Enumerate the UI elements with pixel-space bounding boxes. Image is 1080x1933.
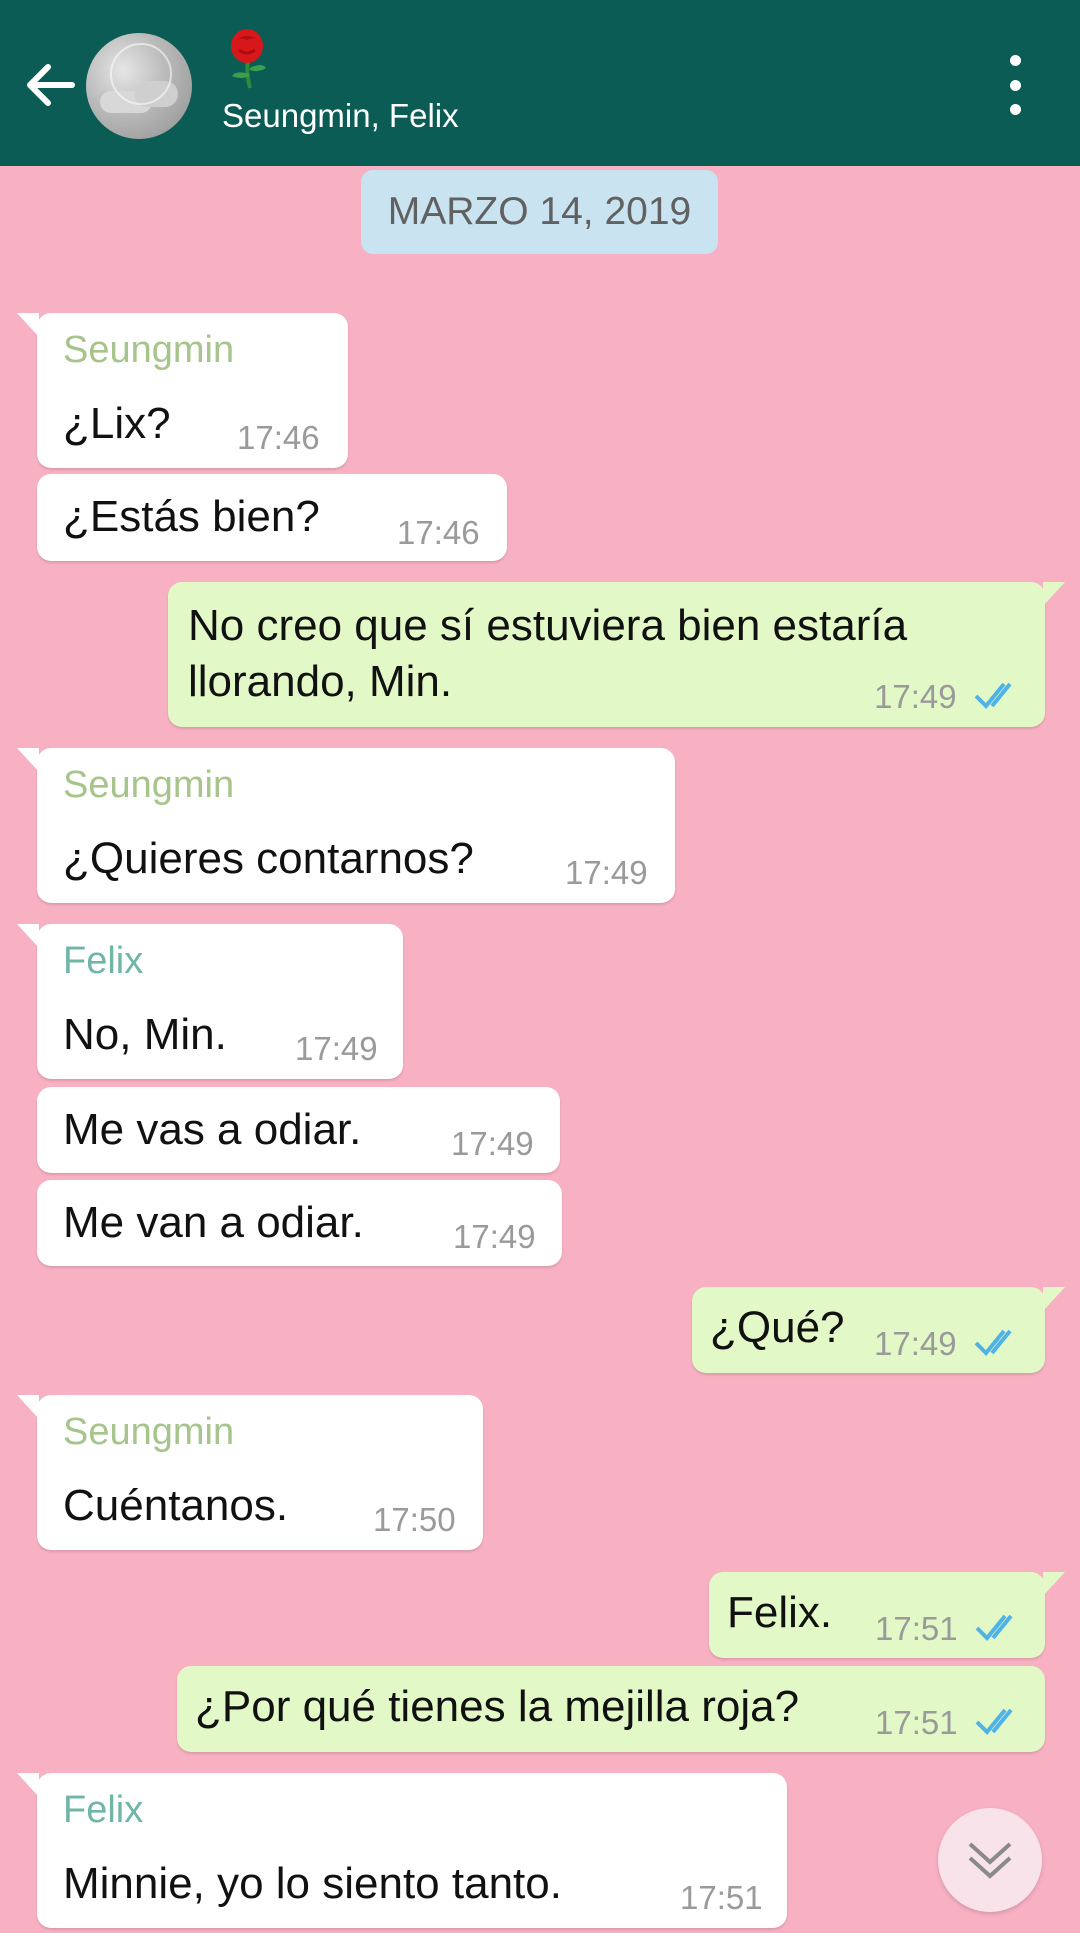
message-time: 17:49	[565, 854, 648, 891]
chevron-double-down-icon	[968, 1842, 1012, 1879]
message-time: 17:51	[680, 1879, 763, 1916]
message-bubble[interactable]: Seungmin ¿Quieres contarnos? 17:49	[17, 748, 675, 903]
message-time: 17:49	[451, 1125, 534, 1162]
message-text: ¿Lix?	[63, 399, 171, 448]
message-time: 17:49	[874, 678, 957, 715]
rose-icon	[231, 29, 266, 89]
message-bubble[interactable]: Me van a odiar. 17:49	[37, 1180, 562, 1266]
read-receipt-icon	[974, 682, 1012, 709]
message-text: Me vas a odiar.	[63, 1105, 362, 1154]
sender-name: Felix	[63, 1789, 144, 1831]
scroll-to-bottom-button[interactable]	[938, 1808, 1042, 1912]
message-text: Cuéntanos.	[63, 1481, 289, 1530]
message-time: 17:46	[397, 514, 480, 551]
message-bubble[interactable]: ¿Qué? 17:49	[692, 1287, 1065, 1373]
sender-name: Seungmin	[63, 764, 235, 806]
message-bubble[interactable]: Felix Minnie, yo lo siento tanto. 17:51	[17, 1773, 787, 1928]
message-text: ¿Quieres contarnos?	[63, 834, 474, 883]
message-time: 17:46	[237, 419, 320, 456]
message-bubble[interactable]: Seungmin Cuéntanos. 17:50	[17, 1395, 483, 1550]
message-text: ¿Estás bien?	[63, 492, 320, 541]
sender-name: Felix	[63, 940, 144, 982]
message-text: No, Min.	[63, 1010, 227, 1059]
date-separator: MARZO 14, 2019	[361, 170, 718, 254]
group-avatar[interactable]	[86, 33, 192, 139]
message-bubble[interactable]: No creo que sí estuviera bien estaría ll…	[168, 582, 1065, 727]
message-time: 17:50	[373, 1501, 456, 1538]
back-button[interactable]	[20, 50, 80, 120]
more-options-button[interactable]	[995, 55, 1035, 115]
message-text: ¿Qué?	[710, 1303, 845, 1352]
message-text: Minnie, yo lo siento tanto.	[63, 1859, 562, 1908]
arrow-left-icon	[27, 64, 75, 106]
message-bubble[interactable]: ¿Estás bien? 17:46	[37, 474, 507, 561]
message-bubble[interactable]: Me vas a odiar. 17:49	[37, 1087, 560, 1173]
message-text: Me van a odiar.	[63, 1198, 364, 1247]
message-bubble[interactable]: Seungmin ¿Lix? 17:46	[17, 313, 348, 468]
message-time: 17:51	[875, 1704, 958, 1741]
group-members[interactable]: Seungmin, Felix	[222, 97, 459, 135]
message-text: Felix.	[727, 1588, 833, 1637]
more-vertical-icon	[1009, 55, 1021, 66]
message-time: 17:49	[295, 1030, 378, 1067]
message-text: ¿Por qué tienes la mejilla roja?	[195, 1682, 800, 1731]
message-bubble[interactable]: Felix No, Min. 17:49	[17, 924, 403, 1079]
sender-name: Seungmin	[63, 1411, 235, 1453]
message-time: 17:49	[453, 1218, 536, 1255]
message-bubble[interactable]: Felix. 17:51	[709, 1572, 1065, 1658]
chat-header: Seungmin, Felix	[0, 0, 1080, 166]
sender-name: Seungmin	[63, 329, 235, 371]
message-time: 17:51	[875, 1610, 958, 1647]
read-receipt-icon	[974, 1329, 1012, 1356]
message-bubble[interactable]: ¿Por qué tienes la mejilla roja? 17:51	[177, 1666, 1045, 1752]
read-receipt-icon	[975, 1614, 1013, 1641]
message-time: 17:49	[874, 1325, 957, 1362]
read-receipt-icon	[975, 1708, 1013, 1735]
